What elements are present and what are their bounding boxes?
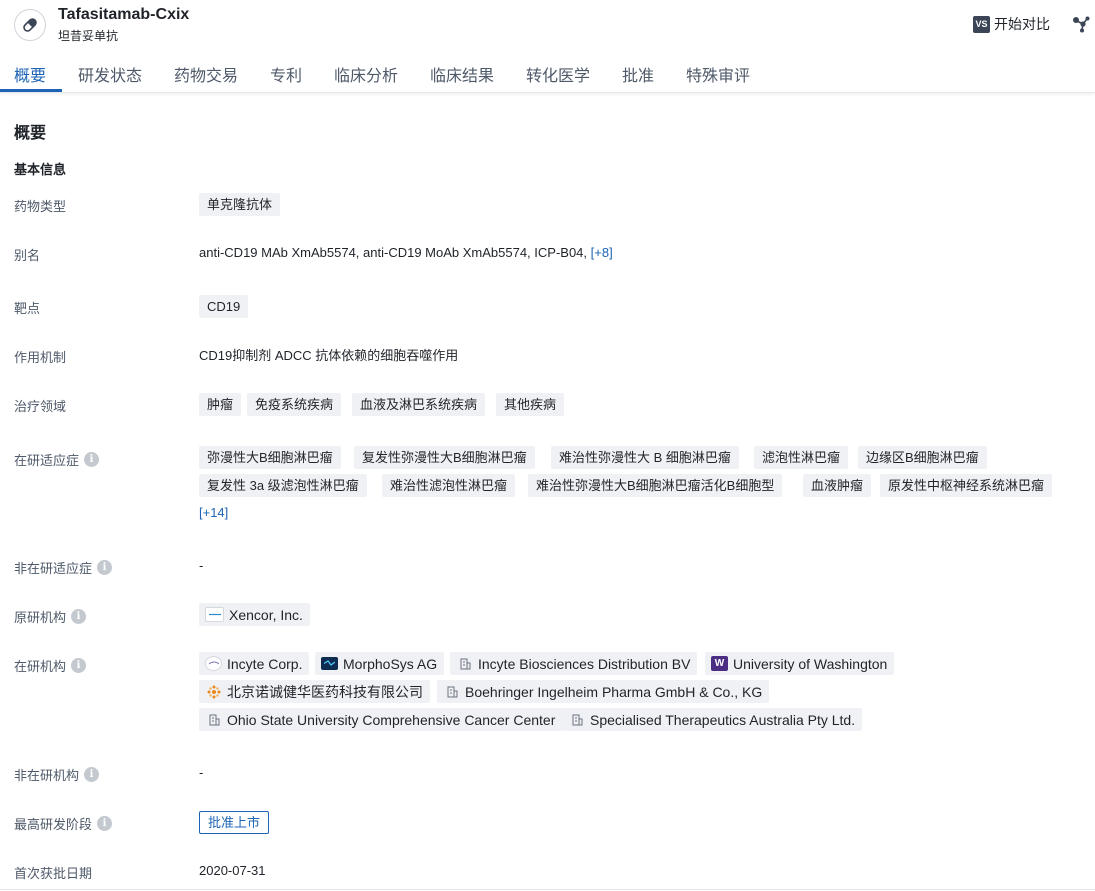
aliases-value: anti-CD19 MAb XmAb5574, anti-CD19 MoAb X…: [199, 245, 613, 260]
tab-rd-status[interactable]: 研发状态: [78, 62, 142, 86]
indication-tag[interactable]: 复发性 3a 级滤泡性淋巴瘤: [199, 474, 367, 497]
therapeutic-area-label: 治疗领域: [14, 399, 67, 414]
drug-title: Tafasitamab-Cxix: [58, 6, 190, 23]
aliases-label: 别名: [14, 248, 41, 263]
tab-bar: 概要 研发状态 药物交易 专利 临床分析 临床结果 转化医学 批准 特殊审评: [0, 56, 1095, 93]
compare-label: 开始对比: [994, 16, 1050, 32]
inactive-indications-value: -: [199, 558, 204, 573]
inactive-indications-label: 非在研适应症 i: [14, 558, 113, 577]
inactive-orgs-value: -: [199, 765, 204, 780]
graph-network-icon[interactable]: [1071, 14, 1091, 34]
originator-org-tag[interactable]: Xencor, Inc.: [199, 603, 310, 626]
target-tag[interactable]: CD19: [199, 295, 249, 318]
mechanism-value: CD19抑制剂 ADCC 抗体依赖的细胞吞噬作用: [199, 348, 459, 363]
uw-logo-icon: W: [711, 656, 728, 671]
highest-phase-label: 最高研发阶段 i: [14, 814, 113, 833]
tab-approval[interactable]: 批准: [622, 62, 654, 86]
info-icon[interactable]: i: [97, 560, 113, 575]
tab-overview[interactable]: 概要: [14, 62, 46, 86]
building-icon: [456, 657, 473, 670]
therapeutic-area-tag[interactable]: 肿瘤: [199, 393, 242, 416]
active-tab-indicator: [0, 89, 62, 92]
mechanism-label: 作用机制: [14, 350, 67, 365]
indications-more-link[interactable]: [+14]: [199, 505, 228, 520]
tab-special-review[interactable]: 特殊审评: [686, 62, 750, 86]
indication-tag[interactable]: 难治性滤泡性淋巴瘤: [382, 474, 516, 497]
aliases-more-link[interactable]: [+8]: [591, 245, 613, 260]
target-label: 靶点: [14, 301, 41, 316]
info-icon[interactable]: i: [97, 816, 113, 831]
building-icon: [568, 713, 585, 726]
indication-tag[interactable]: 血液肿瘤: [803, 474, 872, 497]
tab-clinical-analysis[interactable]: 临床分析: [334, 62, 398, 86]
pill-icon: [14, 9, 46, 41]
tab-translational[interactable]: 转化医学: [526, 62, 590, 86]
vs-icon: VS: [973, 15, 990, 33]
compare-button[interactable]: VS 开始对比: [973, 15, 1050, 33]
therapeutic-area-tag[interactable]: 其他疾病: [496, 393, 565, 416]
indication-tag[interactable]: 难治性弥漫性大 B 细胞淋巴瘤: [551, 446, 739, 469]
indication-tag[interactable]: 原发性中枢神经系统淋巴瘤: [880, 474, 1053, 497]
originator-label: 原研机构 i: [14, 607, 87, 626]
therapeutic-area-tag[interactable]: 免疫系统疾病: [247, 393, 342, 416]
therapeutic-area-tag[interactable]: 血液及淋巴系统疾病: [352, 393, 486, 416]
innocare-logo-icon: [205, 685, 222, 698]
active-org-tag[interactable]: Incyte Biosciences Distribution BV: [450, 652, 698, 675]
active-org-tag[interactable]: W University of Washington: [705, 652, 895, 675]
active-org-tag[interactable]: Boehringer Ingelheim Pharma GmbH & Co., …: [437, 680, 770, 703]
divider: [0, 889, 1095, 890]
active-org-tag[interactable]: MorphoSys AG: [315, 652, 445, 675]
active-orgs-label: 在研机构 i: [14, 656, 87, 675]
first-approval-label: 首次获批日期: [14, 866, 93, 881]
highest-phase-badge: 批准上市: [199, 811, 270, 834]
indications-label: 在研适应症 i: [14, 450, 100, 469]
drug-subtitle: 坦昔妥单抗: [58, 29, 119, 43]
active-org-tag[interactable]: Ohio State University Comprehensive Canc…: [199, 708, 563, 731]
building-icon: [205, 713, 222, 726]
building-icon: [443, 685, 460, 698]
morphosys-logo-icon: [321, 657, 338, 670]
indication-tag[interactable]: 滤泡性淋巴瘤: [754, 446, 849, 469]
indication-tag[interactable]: 弥漫性大B细胞淋巴瘤: [199, 446, 341, 469]
active-org-tag[interactable]: Specialised Therapeutics Australia Pty L…: [562, 708, 863, 731]
info-icon[interactable]: i: [71, 609, 87, 624]
incyte-logo-icon: [205, 656, 222, 671]
info-icon[interactable]: i: [84, 767, 100, 782]
drug-type-label: 药物类型: [14, 199, 67, 214]
active-org-tag[interactable]: 北京诺诚健华医药科技有限公司: [199, 680, 430, 703]
indication-tag[interactable]: 复发性弥漫性大B细胞淋巴瘤: [354, 446, 535, 469]
info-icon[interactable]: i: [71, 658, 87, 673]
indication-tag[interactable]: 难治性弥漫性大B细胞淋巴瘤活化B细胞型: [528, 474, 783, 497]
inactive-orgs-label: 非在研机构 i: [14, 765, 100, 784]
drug-type-tag: 单克隆抗体: [199, 193, 281, 216]
xencor-logo-icon: [205, 607, 224, 622]
first-approval-value: 2020-07-31: [199, 863, 266, 878]
active-org-tag[interactable]: Incyte Corp.: [199, 652, 310, 675]
tab-clinical-results[interactable]: 临床结果: [430, 62, 494, 86]
basic-info-title: 基本信息: [14, 162, 67, 177]
info-icon[interactable]: i: [84, 452, 100, 467]
section-title: 概要: [14, 125, 47, 142]
tab-deals[interactable]: 药物交易: [174, 62, 238, 86]
tab-patents[interactable]: 专利: [270, 62, 302, 86]
header: Tafasitamab-Cxix 坦昔妥单抗 VS 开始对比: [0, 0, 1095, 48]
indication-tag[interactable]: 边缘区B细胞淋巴瘤: [858, 446, 987, 469]
